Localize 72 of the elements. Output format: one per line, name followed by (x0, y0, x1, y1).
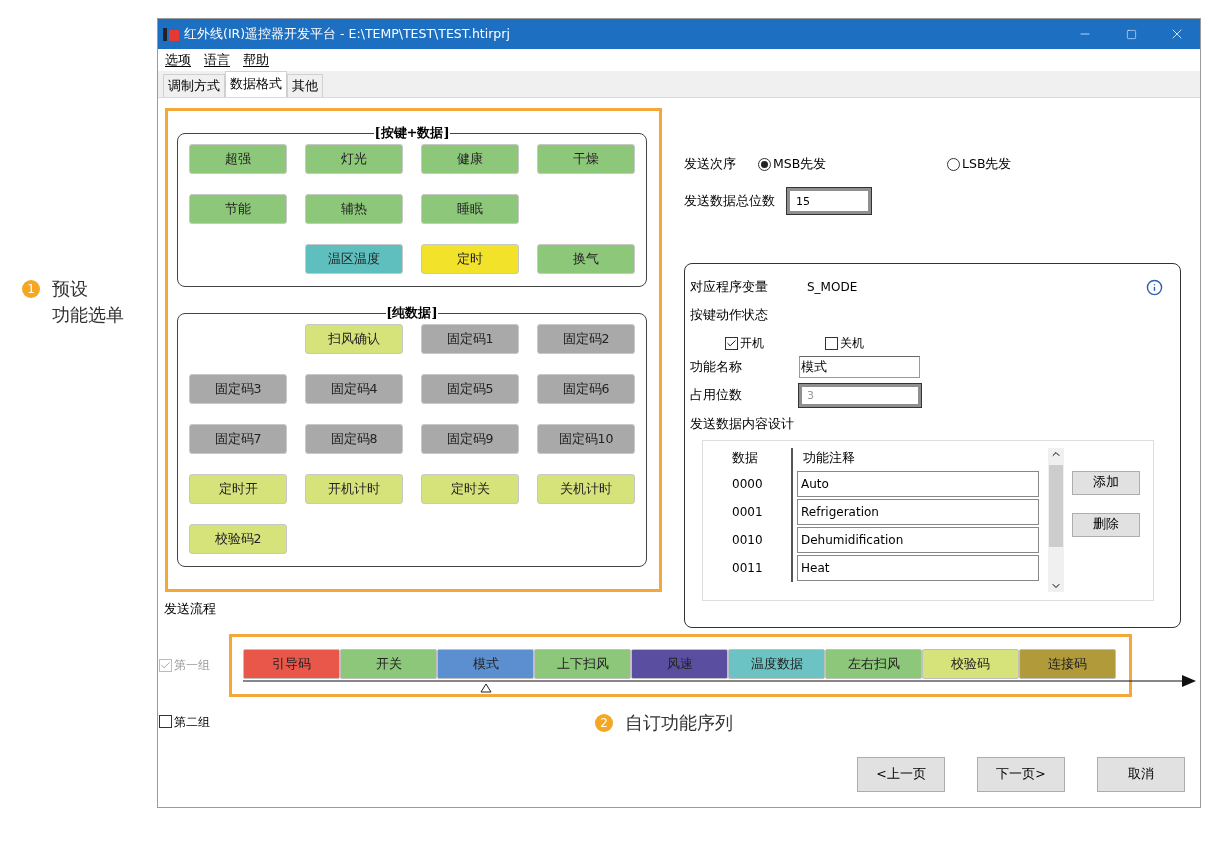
preset-button[interactable]: 固定码6 (537, 374, 635, 404)
preset-button[interactable]: 固定码4 (305, 374, 403, 404)
column-header: 功能注释 (791, 447, 855, 470)
checkbox[interactable]: 第二组 (159, 712, 210, 731)
table-button[interactable]: 添加 (1072, 470, 1140, 495)
preset-button[interactable]: 温区温度 (305, 244, 403, 274)
number-badge: 2 (595, 714, 613, 732)
section-label: 发送流程 (164, 600, 217, 618)
preset-button[interactable]: 关机计时 (537, 474, 635, 504)
field-label: 按键动作状态 (690, 306, 769, 324)
tab[interactable]: 其他 (287, 74, 323, 97)
table-cell-text: 0010 (731, 531, 764, 549)
preset-button[interactable]: 固定码7 (189, 424, 287, 454)
radio-option[interactable]: LSB先发 (947, 154, 1136, 174)
callout-text: 自订功能序列 (625, 711, 733, 735)
preset-button[interactable]: 定时开 (189, 474, 287, 504)
field-label: 对应程序变量 (690, 277, 769, 296)
variable-value: S_MODE (807, 279, 858, 296)
preset-button[interactable]: 健康 (421, 144, 519, 174)
field-label: 发送数据总位数 (684, 191, 776, 210)
field-label: 占用位数 (690, 386, 743, 405)
nav-button[interactable]: 取消 (1097, 757, 1185, 792)
tab[interactable]: 调制方式 (163, 74, 225, 97)
field-label: 发送次序 (684, 154, 737, 173)
callout-text: 功能选单 (52, 303, 124, 327)
preset-button[interactable]: 节能 (189, 194, 287, 224)
input-field: 3 (799, 384, 921, 407)
menu-item[interactable]: 帮助 (243, 50, 269, 70)
table-cell-text: 0001 (731, 503, 764, 521)
radio-option[interactable]: MSB先发 (758, 154, 947, 174)
preset-button[interactable]: 开机计时 (305, 474, 403, 504)
input-field[interactable]: Auto (797, 470, 1039, 497)
tab[interactable]: 数据格式 (225, 71, 287, 97)
preset-button[interactable]: 校验码2 (189, 524, 287, 554)
table-cell-text: 0000 (731, 475, 764, 493)
preset-button[interactable]: 辅热 (305, 194, 403, 224)
menu-item[interactable]: 语言 (204, 50, 230, 70)
input-field[interactable]: 模式 (799, 356, 920, 378)
window-title: 红外线(IR)遥控器开发平台 - E:\TEMP\TEST\TEST.htirprj (184, 24, 510, 43)
number-badge: 1 (22, 280, 40, 298)
preset-button[interactable]: 换气 (537, 244, 635, 274)
preset-button[interactable]: 灯光 (305, 144, 403, 174)
preset-button[interactable]: 扫风确认 (305, 324, 403, 354)
field-label: 发送数据内容设计 (690, 415, 795, 433)
column-header: 数据 (731, 449, 759, 468)
preset-button[interactable]: 固定码8 (305, 424, 403, 454)
checkbox[interactable]: 开机 (725, 334, 764, 352)
input-field[interactable]: Heat (797, 554, 1039, 581)
preset-button[interactable]: 睡眠 (421, 194, 519, 224)
callout-text: 预设 (52, 277, 89, 301)
input-field[interactable]: Refrigeration (797, 498, 1039, 525)
preset-button[interactable]: 固定码5 (421, 374, 519, 404)
preset-button[interactable]: 固定码10 (537, 424, 635, 454)
preset-button[interactable]: 定时关 (421, 474, 519, 504)
group-title: [按键+数据] (374, 125, 450, 141)
preset-button[interactable]: 固定码9 (421, 424, 519, 454)
nav-button[interactable]: <上一页 (857, 757, 945, 792)
preset-button[interactable]: 固定码2 (537, 324, 635, 354)
table-cell-text: 0011 (731, 559, 764, 577)
preset-button[interactable]: 定时 (421, 244, 519, 274)
preset-button[interactable]: 干燥 (537, 144, 635, 174)
input-field[interactable]: Dehumidification (797, 526, 1039, 553)
menu-item[interactable]: 选项 (165, 50, 191, 70)
nav-button[interactable]: 下一页> (977, 757, 1065, 792)
preset-button[interactable]: 固定码3 (189, 374, 287, 404)
checkbox[interactable]: 关机 (825, 334, 864, 352)
input-field[interactable]: 15 (787, 188, 871, 214)
preset-button[interactable]: 固定码1 (421, 324, 519, 354)
field-label: 功能名称 (690, 357, 743, 376)
table-button[interactable]: 删除 (1072, 512, 1140, 537)
preset-button[interactable]: 超强 (189, 144, 287, 174)
group-title: [纯数据] (386, 305, 438, 321)
